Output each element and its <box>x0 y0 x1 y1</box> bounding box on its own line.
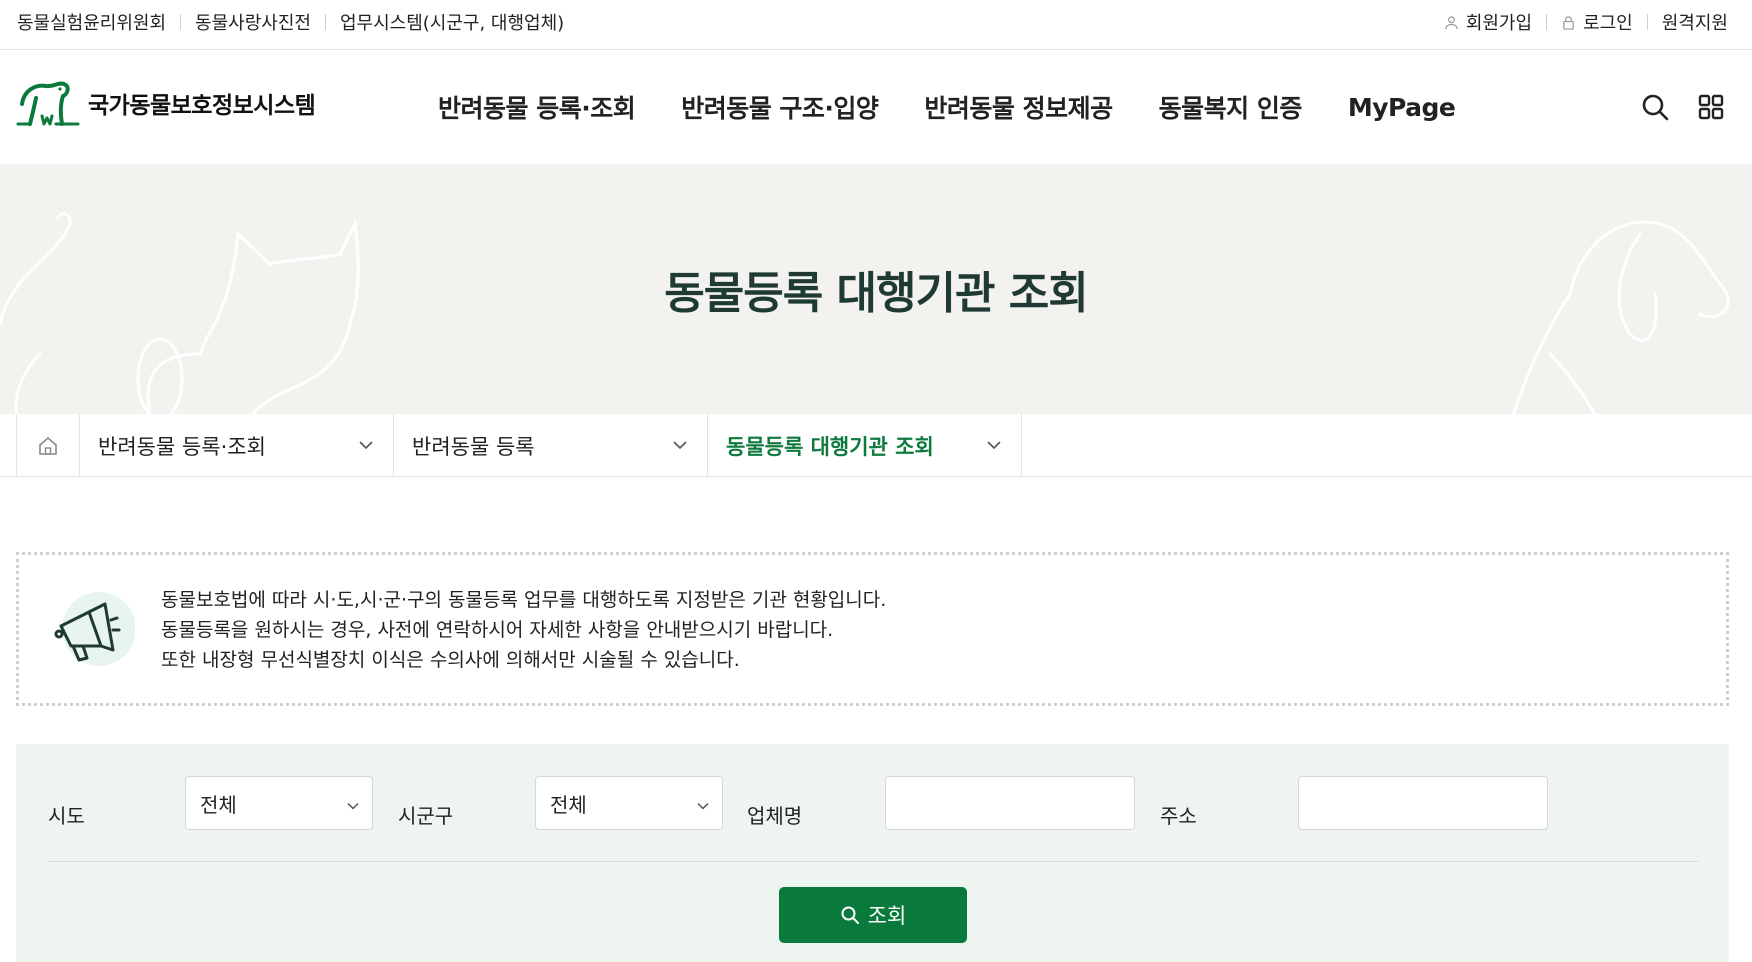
divider <box>324 14 326 30</box>
chevron-down-icon <box>347 802 359 810</box>
address-label: 주소 <box>1160 803 1197 828</box>
signup-label: 회원가입 <box>1465 13 1533 34</box>
search-submit-button[interactable]: 조회 <box>779 887 967 943</box>
notice-line: 또한 내장형 무선식별장치 이식은 수의사에 의해서만 시술될 수 있습니다. <box>161 649 740 671</box>
notice-box: 동물보호법에 따라 시·도,시·군·구의 동물등록 업무를 대행하도록 지정받은… <box>16 552 1729 706</box>
divider <box>180 14 182 30</box>
utility-links: 동물실험윤리위원회 동물사랑사진전 업무시스템(시군구, 대행업체) <box>17 0 564 44</box>
link-work-system[interactable]: 업무시스템(시군구, 대행업체) <box>340 9 564 35</box>
all-menu-grid-icon[interactable] <box>1696 92 1726 122</box>
breadcrumb-level3-dropdown[interactable]: 동물등록 대행기관 조회 <box>708 414 1022 477</box>
search-submit-label: 조회 <box>867 904 907 928</box>
notice-text: 동물보호법에 따라 시·도,시·군·구의 동물등록 업무를 대행하도록 지정받은… <box>161 585 886 675</box>
divider <box>1646 14 1648 30</box>
sido-selected-value: 전체 <box>200 792 237 817</box>
breadcrumb: 반려동물 등록·조회 반려동물 등록 동물등록 대행기관 조회 <box>0 414 1752 477</box>
breadcrumb-level3-label: 동물등록 대행기관 조회 <box>726 434 934 459</box>
breadcrumb-level2-label: 반려동물 등록 <box>412 434 535 459</box>
nav-pet-registration[interactable]: 반려동물 등록·조회 <box>438 89 636 125</box>
search-form: 시도 전체 시군구 전체 업체명 주소 조회 <box>16 744 1729 962</box>
company-label: 업체명 <box>747 803 803 828</box>
link-animal-ethics-committee[interactable]: 동물실험윤리위원회 <box>17 9 166 35</box>
site-logo[interactable]: 국가동물보호정보시스템 <box>16 80 316 126</box>
chevron-down-icon <box>673 441 687 450</box>
login-link[interactable]: 로그인 <box>1561 9 1633 35</box>
sigungu-selected-value: 전체 <box>550 792 587 817</box>
home-icon <box>39 436 57 455</box>
divider <box>1546 14 1548 30</box>
breadcrumb-home[interactable] <box>16 414 80 477</box>
chevron-down-icon <box>987 441 1001 450</box>
sido-label: 시도 <box>48 803 85 828</box>
nav-welfare-cert[interactable]: 동물복지 인증 <box>1159 89 1303 125</box>
nav-pet-rescue-adoption[interactable]: 반려동물 구조·입양 <box>681 89 879 125</box>
breadcrumb-level2-dropdown[interactable]: 반려동물 등록 <box>394 414 708 477</box>
company-input[interactable] <box>885 776 1135 830</box>
address-input[interactable] <box>1298 776 1548 830</box>
notice-line: 동물보호법에 따라 시·도,시·군·구의 동물등록 업무를 대행하도록 지정받은… <box>161 589 887 611</box>
utility-bar: 동물실험윤리위원회 동물사랑사진전 업무시스템(시군구, 대행업체) 회원가입 … <box>0 0 1752 50</box>
main-nav: 반려동물 등록·조회 반려동물 구조·입양 반려동물 정보제공 동물복지 인증 … <box>438 50 1501 164</box>
search-icon[interactable] <box>1640 92 1670 122</box>
dog-logo-icon <box>16 81 80 126</box>
sigungu-select[interactable]: 전체 <box>535 776 723 830</box>
logo-text: 국가동물보호정보시스템 <box>88 93 316 119</box>
user-icon <box>1445 15 1458 29</box>
remote-support-link[interactable]: 원격지원 <box>1662 9 1728 35</box>
breadcrumb-level1-dropdown[interactable]: 반려동물 등록·조회 <box>80 414 394 477</box>
sido-select[interactable]: 전체 <box>185 776 373 830</box>
megaphone-icon <box>54 592 135 666</box>
nav-mypage[interactable]: MyPage <box>1348 93 1456 122</box>
signup-link[interactable]: 회원가입 <box>1444 9 1532 35</box>
header-tools <box>1640 92 1726 122</box>
login-label: 로그인 <box>1583 13 1633 34</box>
page-title: 동물등록 대행기관 조회 <box>664 268 1088 319</box>
site-header: 국가동물보호정보시스템 반려동물 등록·조회 반려동물 구조·입양 반려동물 정… <box>0 50 1752 164</box>
chevron-down-icon <box>359 441 373 450</box>
search-icon <box>841 906 859 924</box>
nav-pet-info[interactable]: 반려동물 정보제공 <box>924 89 1113 125</box>
account-links: 회원가입 로그인 원격지원 <box>1444 0 1728 44</box>
link-animal-photo-contest[interactable]: 동물사랑사진전 <box>195 9 311 35</box>
breadcrumb-level1-label: 반려동물 등록·조회 <box>98 434 266 459</box>
page-hero: 동물등록 대행기관 조회 <box>0 164 1752 414</box>
sigungu-label: 시군구 <box>398 803 454 828</box>
lock-icon <box>1563 15 1574 30</box>
notice-line: 동물등록을 원하시는 경우, 사전에 연락하시어 자세한 사항을 안내받으시기 … <box>161 619 834 641</box>
divider <box>48 861 1698 862</box>
chevron-down-icon <box>697 802 709 810</box>
